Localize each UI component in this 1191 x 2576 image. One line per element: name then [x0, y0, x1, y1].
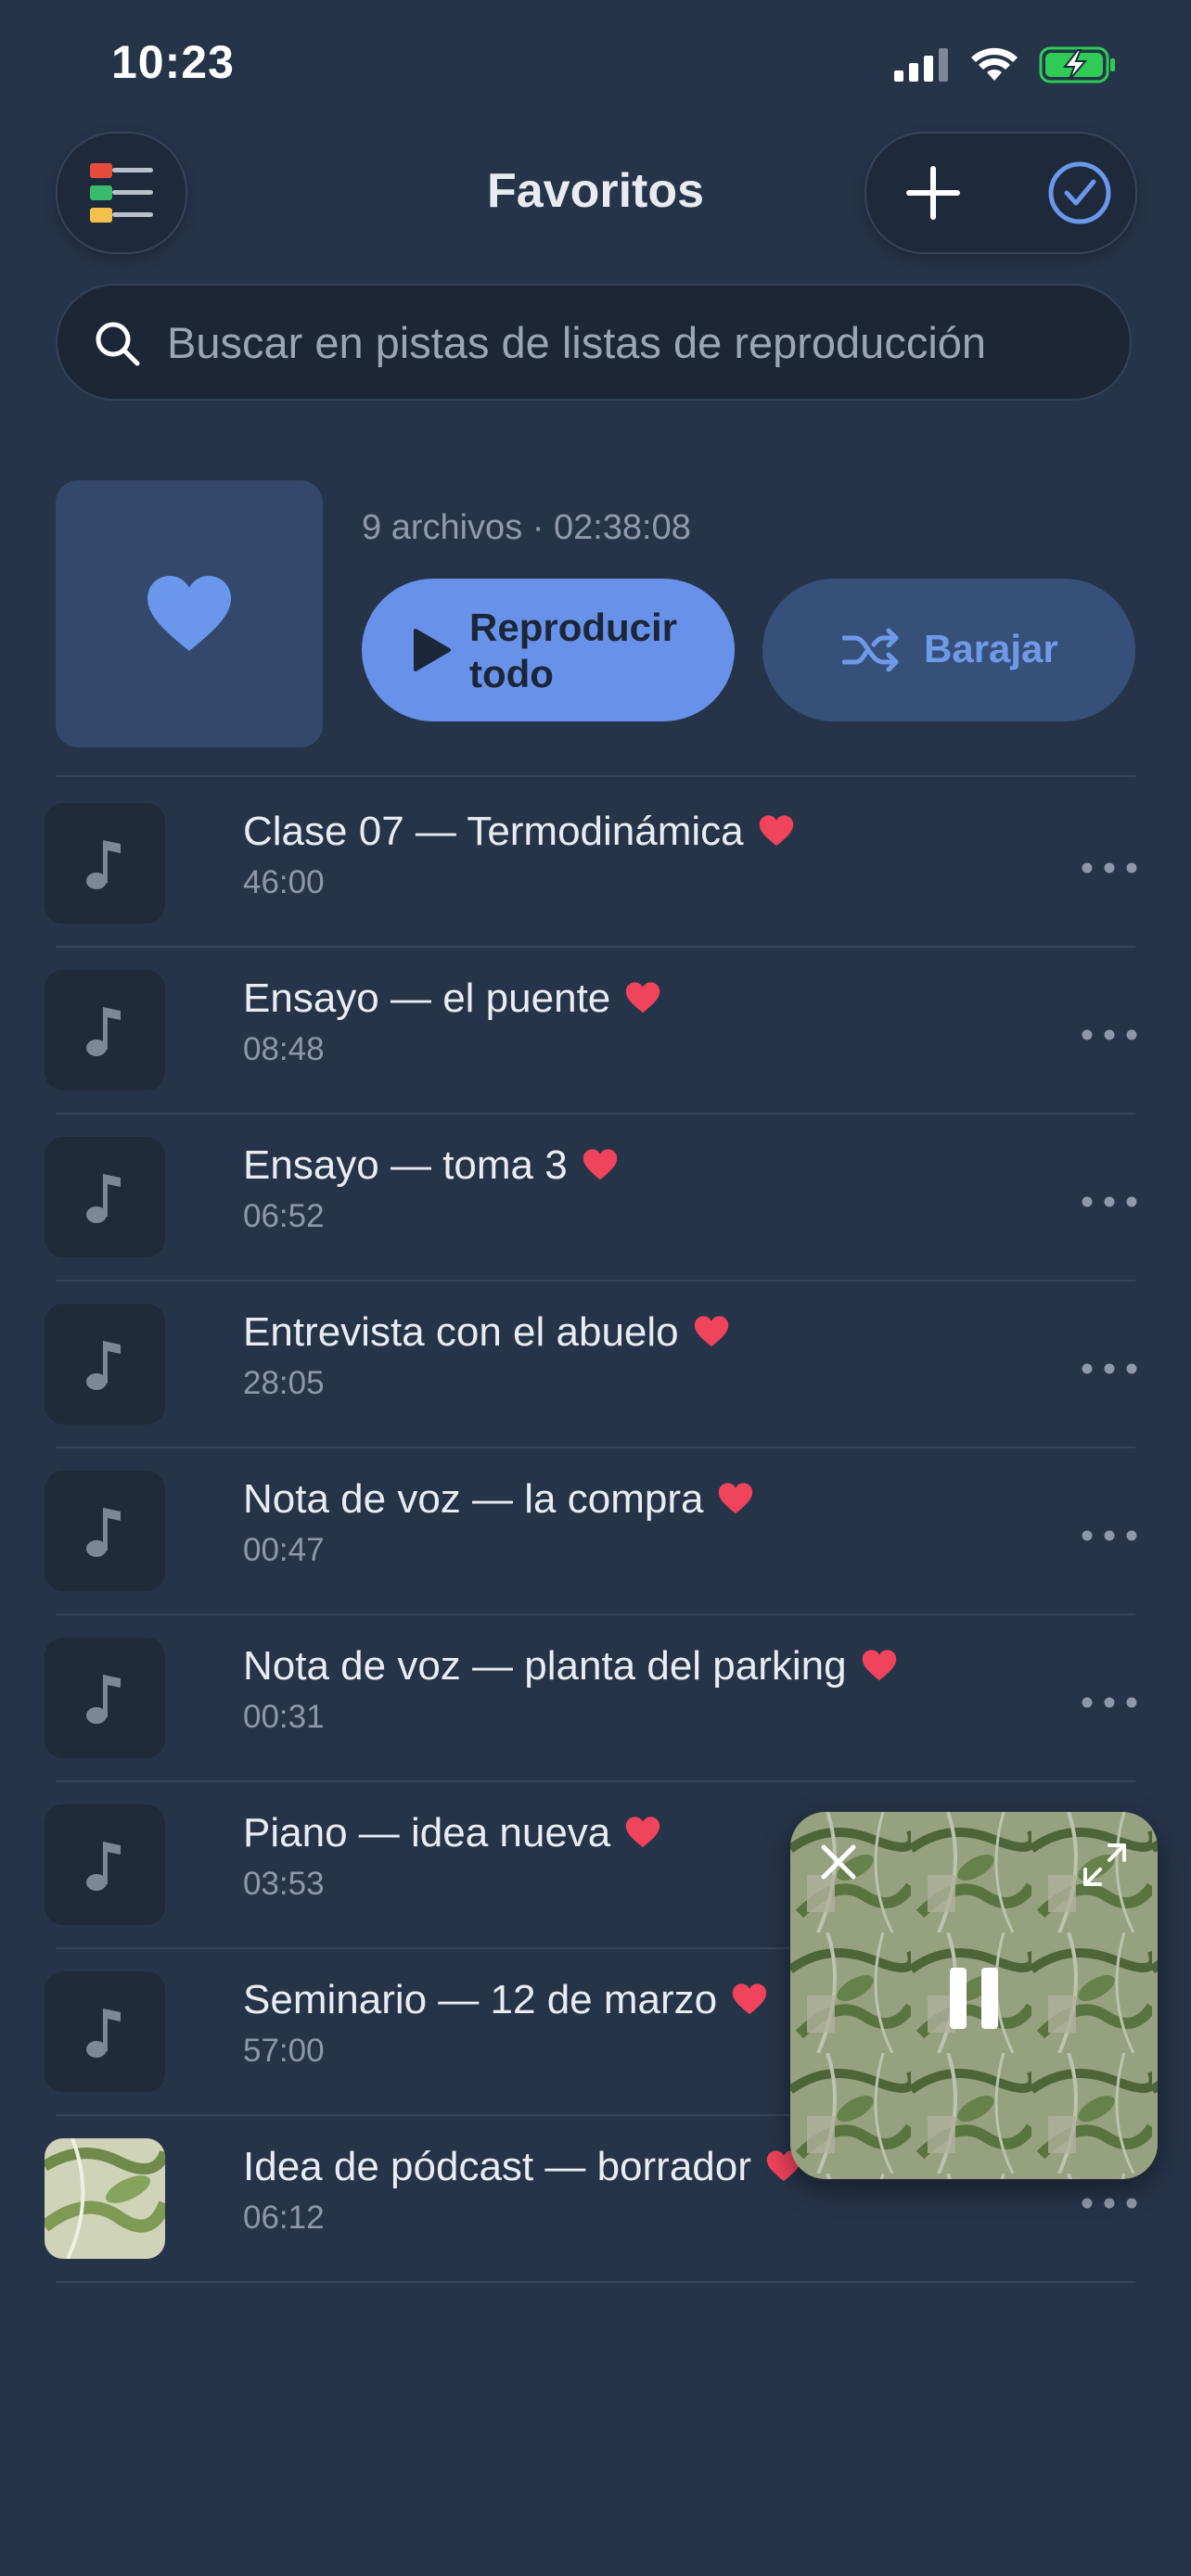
search-input[interactable]: [167, 286, 1122, 399]
favorite-heart-icon: [583, 1149, 617, 1180]
expand-icon[interactable]: [1082, 1842, 1128, 1888]
divider: [56, 2281, 1135, 2283]
favorite-heart-icon: [732, 1983, 767, 2015]
music-note-icon: [86, 840, 121, 889]
track-duration: 57:00: [243, 2033, 325, 2069]
divider: [56, 775, 1135, 777]
track-title: Ensayo — el puente: [243, 976, 660, 1022]
track-duration: 00:31: [243, 1699, 325, 1735]
track-duration: 00:47: [243, 1532, 325, 1568]
playlist-meta: 9 archivos · 02:38:08: [362, 508, 691, 547]
favorite-heart-icon: [626, 1817, 660, 1848]
favorite-heart-icon: [862, 1650, 896, 1681]
music-note-icon: [86, 1675, 121, 1724]
artwork-thumbnail: [45, 2138, 165, 2259]
cellular-signal-icon: [894, 48, 948, 82]
music-note-icon: [86, 2009, 121, 2058]
wifi-icon: [971, 47, 1018, 81]
more-options-icon[interactable]: [1078, 1691, 1141, 1714]
track-duration: 06:52: [243, 1198, 325, 1234]
header-actions: [864, 132, 1137, 254]
track-title-text: Piano — idea nueva: [243, 1810, 611, 1855]
track-title: Nota de voz — la compra: [243, 1476, 753, 1523]
music-note-icon: [86, 1842, 121, 1891]
track-title-text: Nota de voz — planta del parking: [243, 1643, 847, 1689]
mini-player[interactable]: [790, 1812, 1158, 2179]
favorite-heart-icon: [719, 1483, 753, 1514]
track-title: Seminario — 12 de marzo: [243, 1977, 767, 2023]
track-duration: 03:53: [243, 1866, 325, 1902]
track-title: Clase 07 — Termodinámica: [243, 809, 794, 855]
track-title: Ensayo — toma 3: [243, 1142, 618, 1189]
track-title: Nota de voz — planta del parking: [243, 1643, 897, 1690]
status-time: 10:23: [111, 36, 235, 88]
track-title-text: Idea de pódcast — borrador: [243, 2144, 751, 2189]
track-thumbnail: [45, 970, 165, 1090]
track-title-text: Nota de voz — la compra: [243, 1476, 704, 1522]
track-title-text: Ensayo — el puente: [243, 976, 611, 1021]
track-thumbnail: [45, 803, 165, 924]
track-row[interactable]: Clase 07 — Termodinámica 46:00: [0, 779, 1191, 946]
track-thumbnail: [45, 1137, 165, 1257]
checkmark-circle-icon: [1048, 161, 1111, 224]
battery-charging-icon: [1039, 46, 1115, 83]
track-title-text: Seminario — 12 de marzo: [243, 1977, 718, 2022]
select-button[interactable]: [1043, 156, 1117, 230]
track-thumbnail: [45, 1471, 165, 1591]
more-options-icon[interactable]: [1078, 1024, 1141, 1046]
track-thumbnail: [45, 1971, 165, 2092]
more-options-icon[interactable]: [1078, 1358, 1141, 1380]
shuffle-icon: [842, 628, 899, 672]
track-duration: 08:48: [243, 1031, 325, 1067]
pause-icon[interactable]: [946, 1966, 1002, 2031]
track-thumbnail: [45, 1638, 165, 1758]
more-options-icon[interactable]: [1078, 857, 1141, 879]
status-icons: [894, 46, 1117, 83]
track-row[interactable]: Nota de voz — la compra 00:47: [0, 1447, 1191, 1613]
playlist-cover: [56, 480, 323, 747]
music-note-icon: [86, 1007, 121, 1056]
more-options-icon[interactable]: [1078, 1524, 1141, 1547]
track-title: Piano — idea nueva: [243, 1810, 660, 1856]
track-duration: 46:00: [243, 864, 325, 900]
play-all-label: Reproducir todo: [469, 606, 678, 695]
shuffle-button[interactable]: Barajar: [762, 579, 1135, 721]
track-thumbnail: [45, 1804, 165, 1925]
close-icon[interactable]: [818, 1842, 859, 1882]
add-button[interactable]: [896, 156, 970, 230]
search-bar: [56, 284, 1132, 401]
favorite-heart-icon: [759, 815, 793, 847]
track-title-text: Clase 07 — Termodinámica: [243, 809, 744, 854]
more-options-icon[interactable]: [1078, 2192, 1141, 2214]
track-row[interactable]: Nota de voz — planta del parking 00:31: [0, 1613, 1191, 1780]
track-title: Entrevista con el abuelo: [243, 1309, 729, 1356]
track-title-text: Entrevista con el abuelo: [243, 1309, 679, 1355]
track-title: Idea de pódcast — borrador: [243, 2144, 801, 2190]
track-duration: 06:12: [243, 2200, 325, 2236]
status-bar: 10:23: [0, 0, 1191, 130]
track-row[interactable]: Entrevista con el abuelo 28:05: [0, 1280, 1191, 1447]
music-note-icon: [86, 1508, 121, 1557]
plus-icon: [906, 166, 960, 220]
shuffle-label: Barajar: [924, 627, 1058, 670]
favorite-heart-icon: [694, 1316, 728, 1347]
track-title-text: Ensayo — toma 3: [243, 1142, 568, 1188]
more-options-icon[interactable]: [1078, 1191, 1141, 1213]
heart-icon: [147, 576, 231, 651]
music-note-icon: [86, 1341, 121, 1390]
music-note-icon: [86, 1174, 121, 1223]
play-icon: [414, 629, 451, 671]
track-thumbnail: [45, 1304, 165, 1424]
track-thumbnail: [45, 2138, 165, 2259]
play-all-button[interactable]: Reproducir todo: [362, 579, 735, 721]
favorite-heart-icon: [626, 982, 660, 1014]
search-icon: [96, 322, 140, 366]
track-row[interactable]: Ensayo — toma 3 06:52: [0, 1113, 1191, 1280]
track-duration: 28:05: [243, 1365, 325, 1401]
track-row[interactable]: Ensayo — el puente 08:48: [0, 946, 1191, 1113]
